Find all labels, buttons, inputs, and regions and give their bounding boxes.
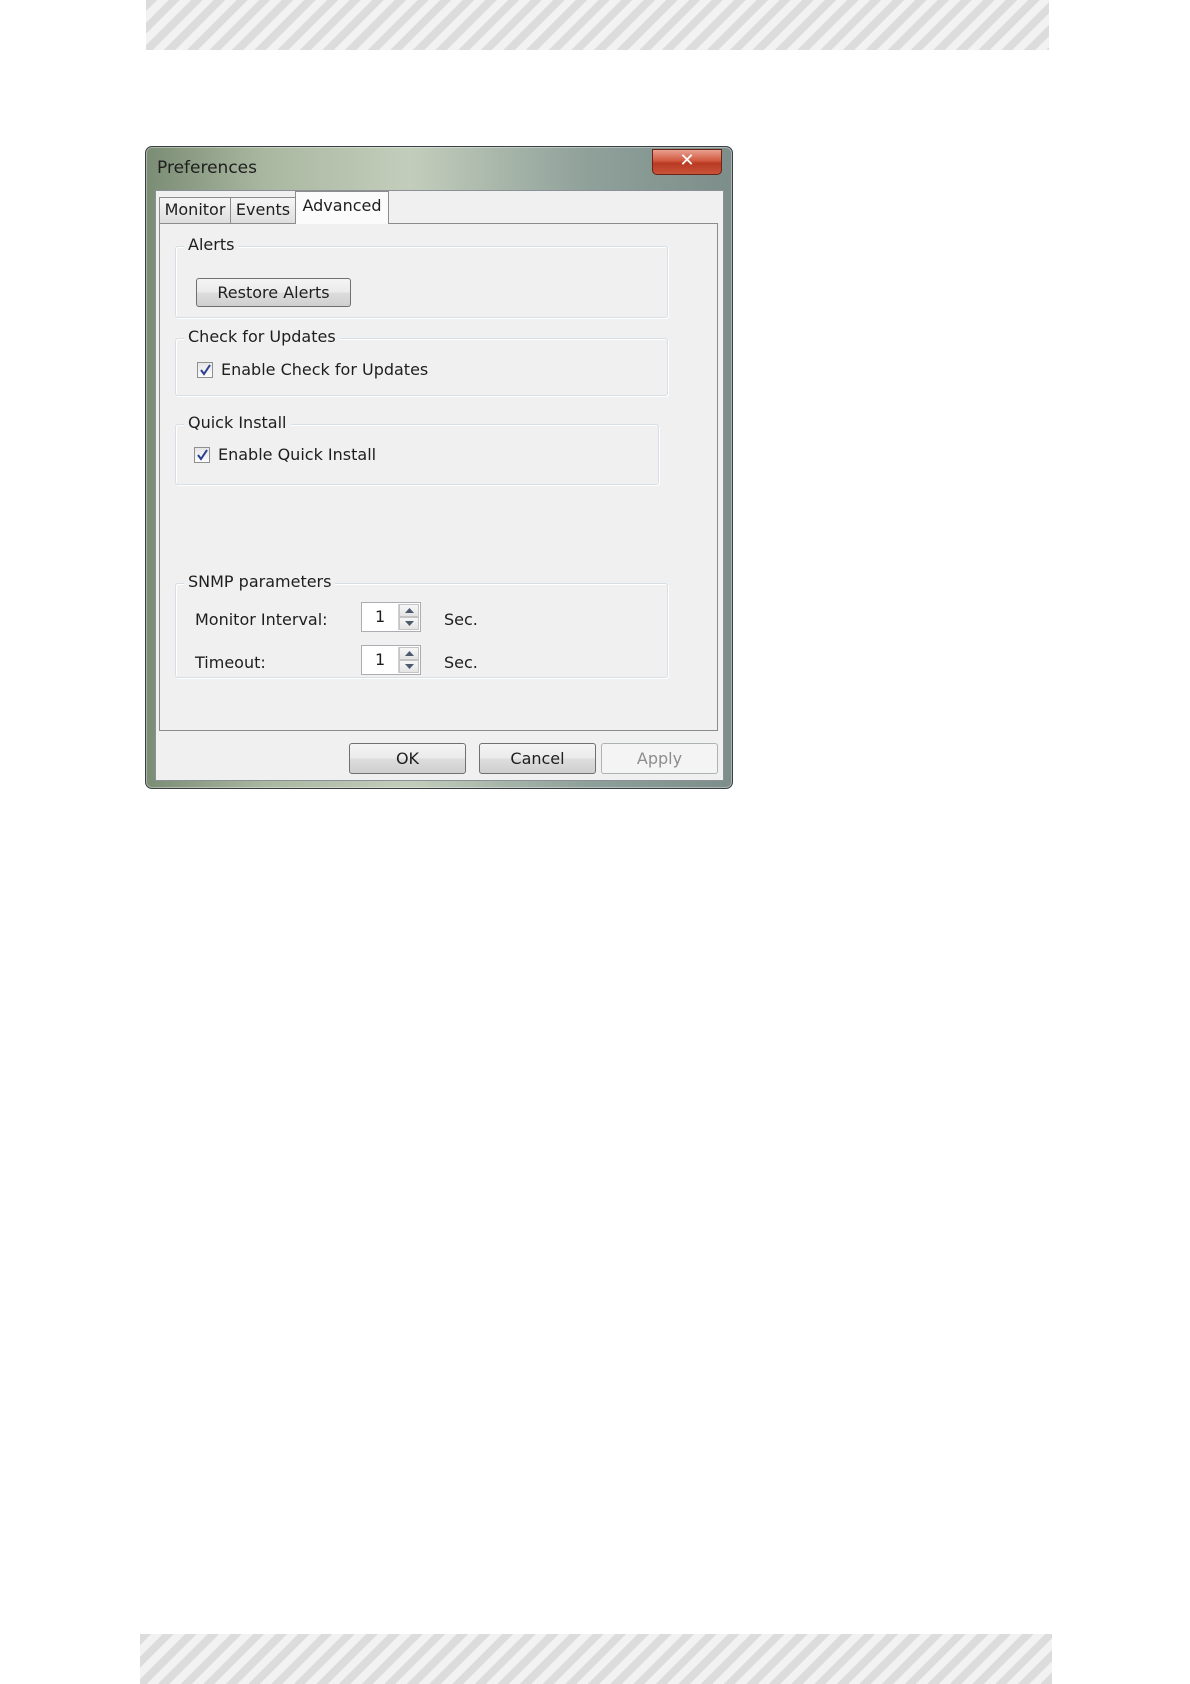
preferences-dialog: Preferences ✕ Monitor Events Advanced Al… [145,146,733,789]
quick-install-group: Quick Install Enable Quick Install [175,413,659,485]
alerts-group-label: Alerts [184,235,239,254]
enable-check-for-updates-label[interactable]: Enable Check for Updates [221,360,428,379]
snmp-parameters-group-label: SNMP parameters [184,572,336,591]
tab-monitor[interactable]: Monitor [159,197,231,223]
ok-button[interactable]: OK [349,743,466,774]
snmp-parameters-group: SNMP parameters Monitor Interval: 1 Sec.… [175,572,668,678]
timeout-value[interactable]: 1 [375,650,385,669]
timeout-unit: Sec. [444,653,478,672]
timeout-increment[interactable] [399,647,419,660]
tab-events[interactable]: Events [230,197,296,223]
timeout-decrement[interactable] [399,660,419,673]
footer-stripe-band [140,1634,1052,1684]
timeout-spin-buttons [398,647,419,673]
apply-button[interactable]: Apply [601,743,718,774]
arrow-up-icon [405,651,414,656]
monitor-interval-value[interactable]: 1 [375,607,385,626]
checkmark-icon [200,364,211,376]
arrow-up-icon [405,608,414,613]
monitor-interval-unit: Sec. [444,610,478,629]
monitor-interval-label: Monitor Interval: [195,610,328,629]
close-button[interactable]: ✕ [652,149,722,175]
advanced-tab-panel: Alerts Restore Alerts Check for Updates … [159,223,718,731]
check-for-updates-group: Check for Updates Enable Check for Updat… [175,327,668,396]
arrow-down-icon [405,664,414,669]
timeout-spinner[interactable]: 1 [361,645,421,675]
dialog-client-area: Monitor Events Advanced Alerts Restore A… [155,190,724,781]
close-icon: ✕ [679,150,695,171]
check-for-updates-group-label: Check for Updates [184,327,340,346]
enable-check-for-updates-checkbox[interactable] [197,362,213,378]
header-stripe-band [146,0,1049,50]
tab-advanced[interactable]: Advanced [295,191,389,224]
quick-install-group-label: Quick Install [184,413,291,432]
restore-alerts-button[interactable]: Restore Alerts [196,278,351,307]
cancel-button[interactable]: Cancel [479,743,596,774]
enable-quick-install-label[interactable]: Enable Quick Install [218,445,376,464]
checkmark-icon [197,449,208,461]
arrow-down-icon [405,621,414,626]
alerts-group: Alerts Restore Alerts [175,235,668,318]
window-title: Preferences [157,158,257,178]
monitor-interval-spin-buttons [398,604,419,630]
timeout-label: Timeout: [195,653,266,672]
monitor-interval-spinner[interactable]: 1 [361,602,421,632]
title-bar[interactable]: Preferences ✕ [146,147,732,187]
monitor-interval-increment[interactable] [399,604,419,617]
enable-quick-install-checkbox[interactable] [194,447,210,463]
monitor-interval-decrement[interactable] [399,617,419,630]
